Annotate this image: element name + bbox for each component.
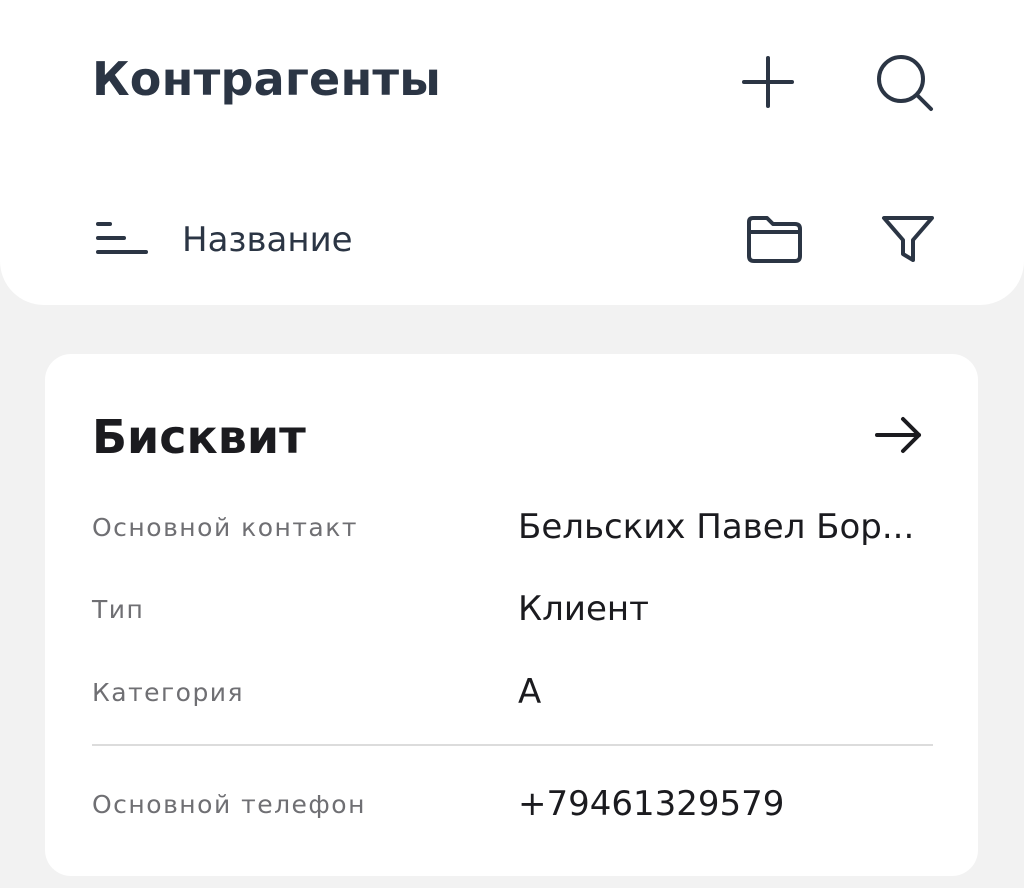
search-icon xyxy=(877,55,933,111)
field-label: Категория xyxy=(92,677,245,707)
plus-icon xyxy=(742,56,794,108)
add-counterparty-button[interactable] xyxy=(736,50,800,114)
folder-icon xyxy=(747,216,802,263)
field-value: Бельских Павел Бор... xyxy=(518,507,915,547)
arrow-right-icon xyxy=(875,417,921,453)
field-row-category: Категория А xyxy=(92,667,938,717)
field-label: Основной контакт xyxy=(92,512,358,542)
field-value: Клиент xyxy=(518,589,649,629)
sort-label: Название xyxy=(182,220,353,260)
field-row-main-phone[interactable]: Основной телефон +79461329579 xyxy=(92,779,938,829)
sort-icon xyxy=(92,216,152,264)
divider xyxy=(92,744,933,746)
field-row-type: Тип Клиент xyxy=(92,584,938,634)
header-panel: Контрагенты Название xyxy=(0,0,1024,305)
phone-link[interactable]: +79461329579 xyxy=(518,784,784,824)
field-label: Основной телефон xyxy=(92,789,366,819)
folder-button[interactable] xyxy=(740,204,808,272)
counterparty-card[interactable]: Бисквит Основной контакт Бельских Павел … xyxy=(45,354,978,876)
open-counterparty-button[interactable] xyxy=(867,410,931,460)
counterparty-name: Бисквит xyxy=(92,410,306,464)
field-value: А xyxy=(518,672,542,712)
sort-button[interactable]: Название xyxy=(92,208,353,272)
field-label: Тип xyxy=(92,594,145,624)
page-title: Контрагенты xyxy=(92,52,442,106)
field-row-main-contact: Основной контакт Бельских Павел Бор... xyxy=(92,502,938,552)
filter-button[interactable] xyxy=(874,204,942,272)
search-button[interactable] xyxy=(870,48,938,116)
filter-icon xyxy=(882,216,934,262)
